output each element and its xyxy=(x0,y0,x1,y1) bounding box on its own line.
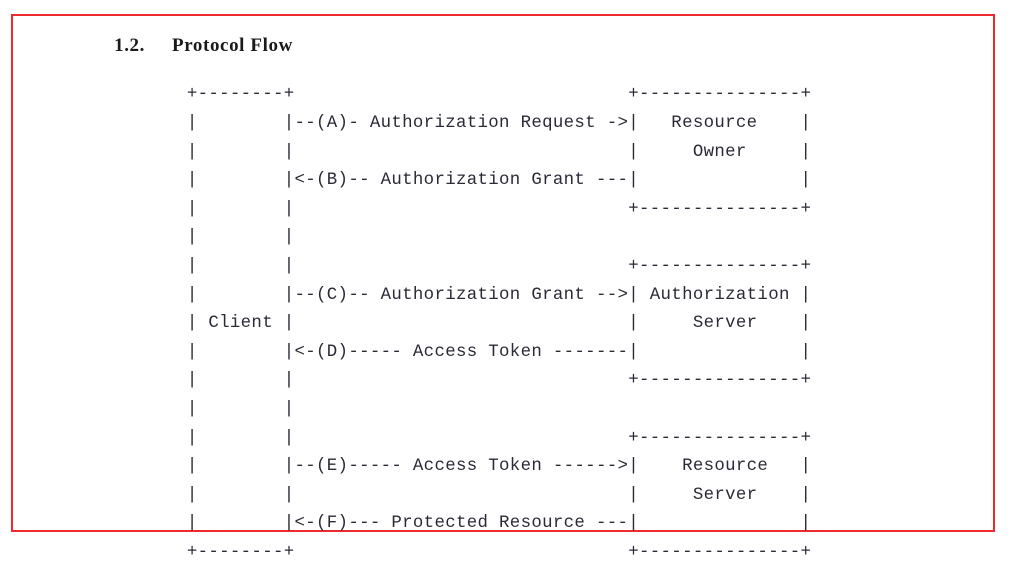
excerpt-content: 1.2. Protocol Flow +--------+ +----------… xyxy=(0,0,984,562)
oauth-protocol-flow-diagram: +--------+ +---------------+ | |--(A)- A… xyxy=(186,85,812,562)
document-page: 1.2. Protocol Flow +--------+ +----------… xyxy=(0,0,1010,562)
page-title: Protocol Flow xyxy=(172,35,293,56)
section-heading: 1.2. Protocol Flow xyxy=(82,13,293,79)
section-number: 1.2. xyxy=(114,35,146,56)
